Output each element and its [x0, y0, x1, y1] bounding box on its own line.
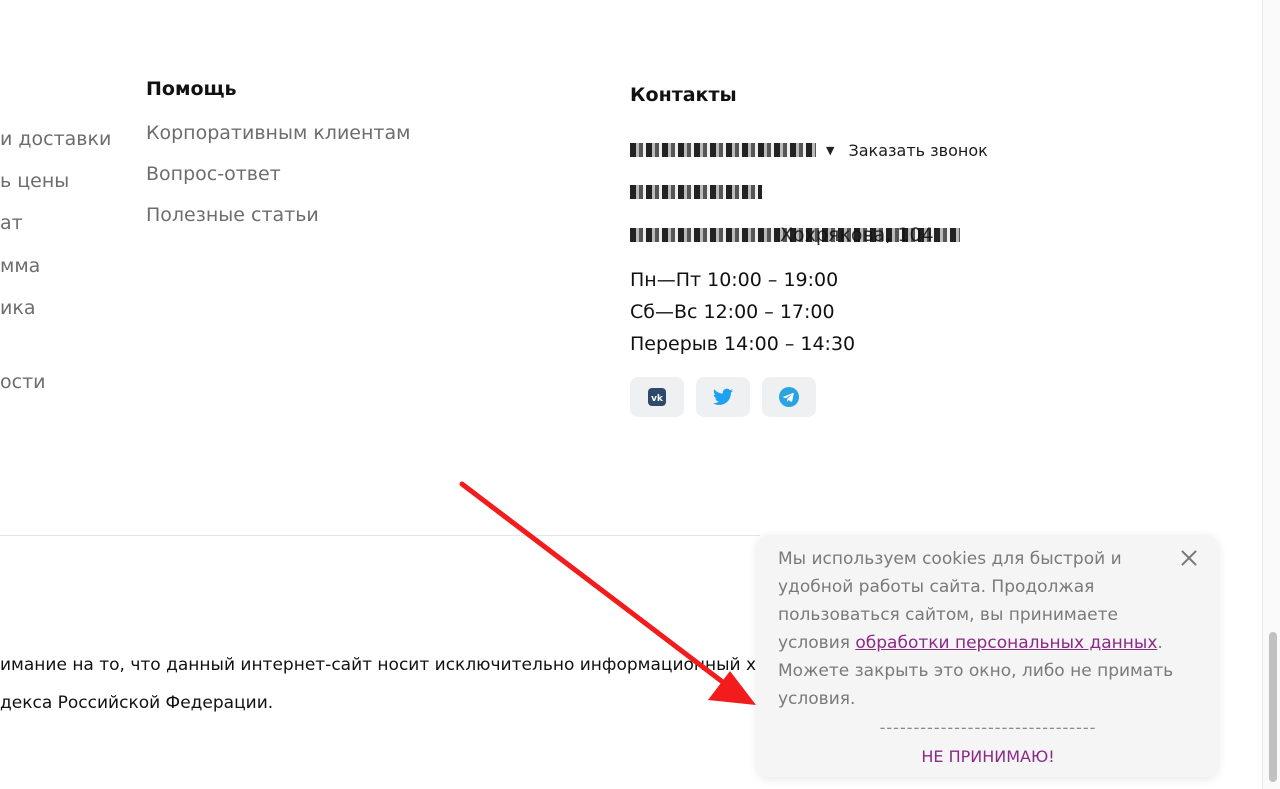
footer-divider — [0, 535, 760, 536]
page-scrollbar[interactable] — [1262, 0, 1280, 789]
telegram-icon — [779, 387, 799, 407]
footer-column-contacts: Контакты ▼ Заказать звонок Хохрякова, 10… — [630, 84, 1050, 417]
footer-link-prices[interactable]: ь цены — [0, 170, 69, 192]
footer-column-help: Помощь Корпоративным клиентам Вопрос-отв… — [146, 78, 410, 245]
twitter-icon — [713, 388, 733, 405]
help-link-faq[interactable]: Вопрос-ответ — [146, 163, 410, 185]
social-links: vk — [630, 377, 816, 417]
svg-text:vk: vk — [651, 394, 664, 404]
order-call-link[interactable]: Заказать звонок — [848, 141, 987, 160]
privacy-policy-link[interactable]: обработки персональных данных — [855, 633, 1157, 653]
footer-link-news[interactable]: ости — [0, 371, 46, 393]
hours-weekdays: Пн—Пт 10:00 – 19:00 — [630, 269, 839, 291]
hours-break: Перерыв 14:00 – 14:30 — [630, 333, 856, 355]
footer-link-delivery[interactable]: и доставки — [0, 128, 111, 150]
opening-hours: Пн—Пт 10:00 – 19:00 Сб—Вс 12:00 – 17:00 … — [630, 264, 855, 360]
twitter-button[interactable] — [696, 377, 750, 417]
disclaimer-line-1: имание на то, что данный интернет-сайт н… — [0, 655, 760, 675]
email-redacted[interactable] — [630, 185, 762, 199]
contacts-title: Контакты — [630, 84, 737, 106]
phone-number-redacted[interactable] — [630, 143, 816, 157]
help-link-corporate[interactable]: Корпоративным клиентам — [146, 122, 410, 144]
email-row — [630, 184, 762, 203]
phone-row: ▼ Заказать звонок — [630, 140, 988, 160]
cookie-banner: Мы используем cookies для быстрой и удоб… — [757, 535, 1218, 777]
telegram-button[interactable] — [762, 377, 816, 417]
address-visible: Хохрякова, 104 — [780, 224, 934, 246]
phone-dropdown-icon[interactable]: ▼ — [826, 144, 834, 157]
cookie-message: Мы используем cookies для быстрой и удоб… — [778, 545, 1178, 713]
footer-link-program[interactable]: мма — [0, 255, 40, 277]
decline-cookies-button[interactable]: НЕ ПРИНИМАЮ! — [778, 747, 1198, 766]
help-title: Помощь — [146, 78, 237, 100]
cookie-separator: -------------------------------- — [879, 718, 1097, 737]
footer-link-5[interactable]: ика — [0, 297, 35, 319]
close-icon[interactable] — [1180, 549, 1198, 567]
hours-weekend: Сб—Вс 12:00 – 17:00 — [630, 301, 835, 323]
footer-link-3[interactable]: ат — [0, 212, 23, 234]
address-row: Хохрякова, 104 — [630, 224, 960, 246]
scrollbar-thumb[interactable] — [1269, 632, 1277, 782]
vk-button[interactable]: vk — [630, 377, 684, 417]
legal-disclaimer: имание на то, что данный интернет-сайт н… — [0, 646, 760, 722]
help-link-articles[interactable]: Полезные статьи — [146, 204, 410, 226]
disclaimer-line-2: декса Российской Федерации. — [0, 693, 274, 713]
vk-icon: vk — [648, 388, 666, 406]
